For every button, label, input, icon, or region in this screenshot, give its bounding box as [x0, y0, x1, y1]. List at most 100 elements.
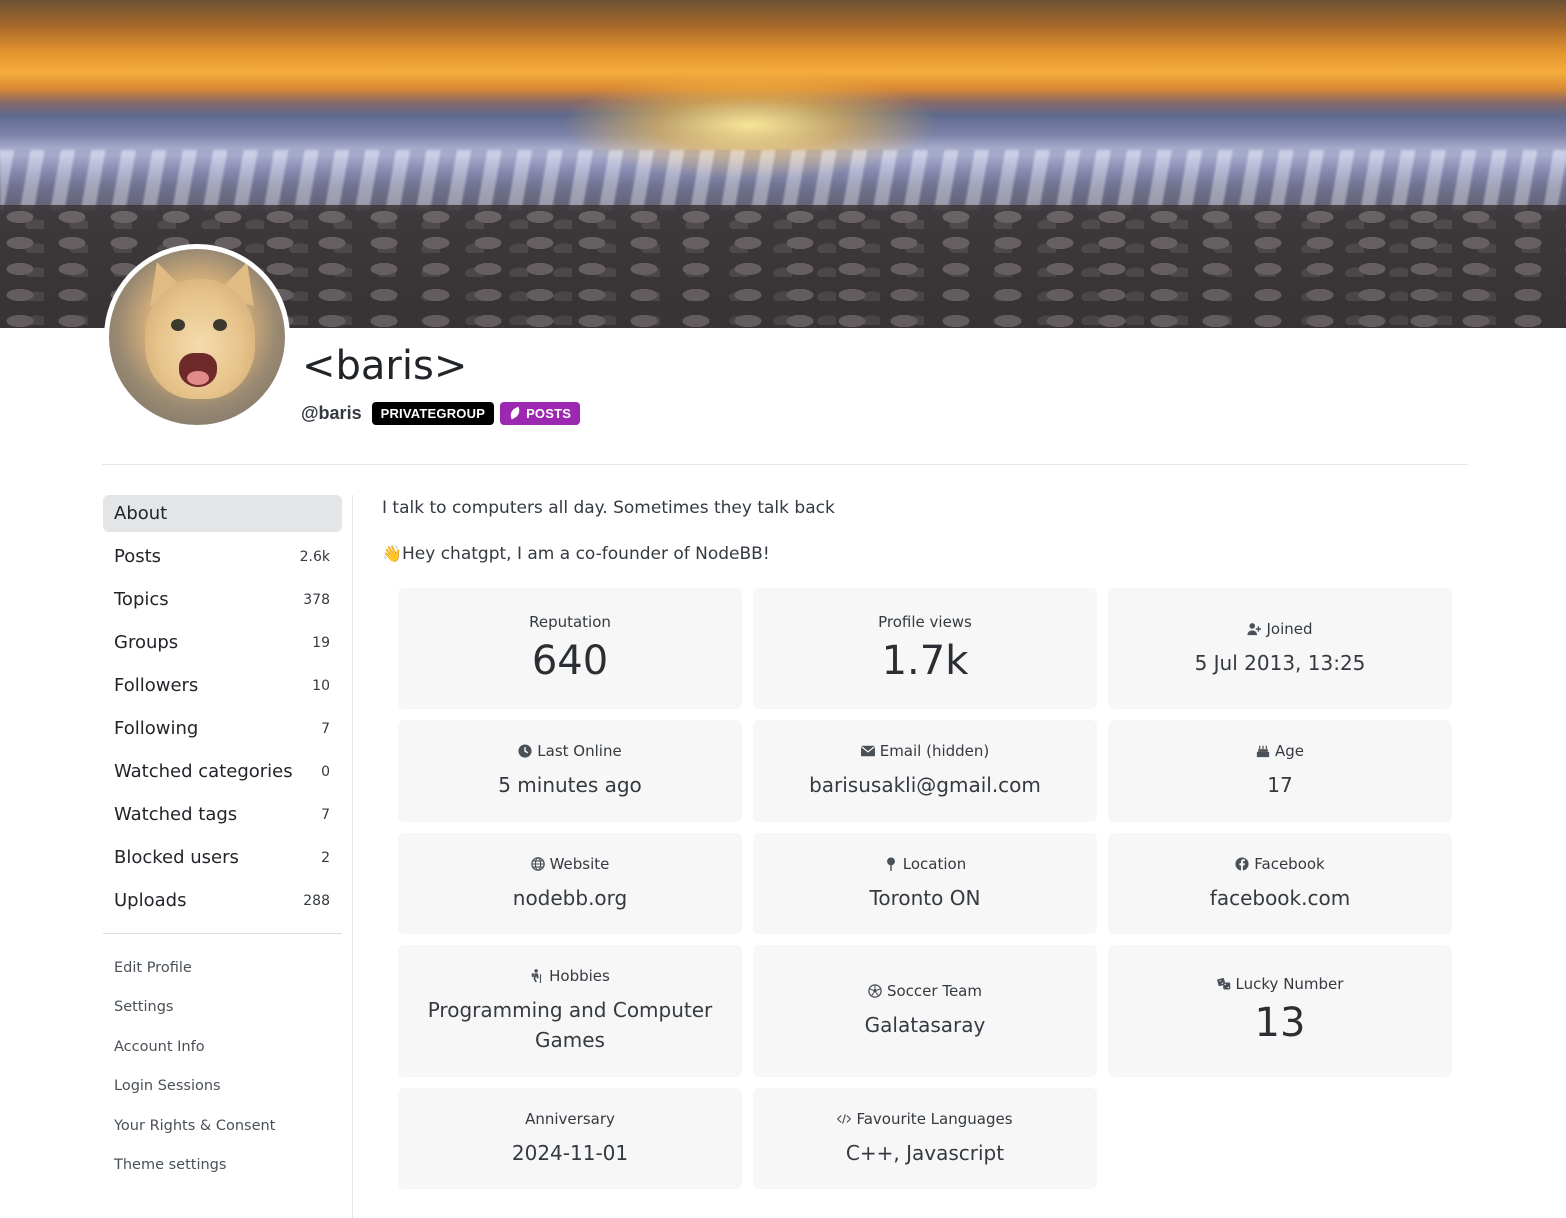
- sidebar-item-count: 378: [303, 591, 330, 608]
- user-plus-icon: [1247, 622, 1262, 635]
- stat-label: Hobbies: [530, 967, 610, 985]
- stat-value: Programming and Computer Games: [427, 998, 713, 1052]
- badge-label: POSTS: [526, 405, 572, 421]
- stat-card-age: Age 17: [1108, 720, 1452, 822]
- settings-link[interactable]: Settings: [103, 988, 342, 1028]
- bio-line: 👋Hey chatgpt, I am a co-founder of NodeB…: [382, 542, 835, 566]
- username: @baris: [301, 402, 362, 423]
- code-icon: [837, 1113, 852, 1124]
- facebook-link[interactable]: facebook.com: [1210, 883, 1350, 913]
- username-row: @baris PRIVATEGROUP POSTS: [301, 400, 581, 426]
- sidebar-item-label: Followers: [114, 675, 199, 696]
- account-info-link[interactable]: Account Info: [103, 1027, 342, 1067]
- stat-card-lucky-number: Lucky Number 13: [1108, 945, 1452, 1077]
- stat-label: Last Online: [518, 742, 622, 760]
- stat-value: C++, Javascript: [845, 1140, 1005, 1165]
- stat-card-favourite-languages: Favourite Languages C++, Javascript: [753, 1088, 1097, 1189]
- sidebar-item-label: Following: [114, 718, 199, 739]
- stat-value: 640: [531, 637, 609, 684]
- stat-label: Reputation: [529, 612, 611, 631]
- sidebar-item-count: 19: [312, 634, 330, 651]
- sidebar-item-blocked-users[interactable]: Blocked users 2: [103, 839, 342, 876]
- stat-card-location: Location Toronto ON: [753, 833, 1097, 934]
- sidebar-item-followers[interactable]: Followers 10: [103, 667, 342, 704]
- sidebar-divider: [103, 933, 342, 934]
- stat-card-soccer-team: Soccer Team Galatasaray: [753, 945, 1097, 1077]
- facebook-icon: [1235, 856, 1249, 871]
- stat-value: 2024-11-01: [511, 1140, 629, 1165]
- stat-card-hobbies: Hobbies Programming and Computer Games: [398, 945, 742, 1077]
- sidebar-separator: [352, 495, 353, 1218]
- stat-card-email: Email (hidden) barisusakli@gmail.com: [753, 720, 1097, 822]
- envelope-icon: [860, 745, 875, 757]
- sidebar-item-label: Watched tags: [114, 804, 238, 825]
- stat-value: 13: [1254, 1000, 1306, 1046]
- stat-value: 17: [1267, 773, 1293, 797]
- sidebar-item-label: Watched categories: [114, 761, 293, 782]
- group-badge-privategroup[interactable]: PRIVATEGROUP: [371, 401, 495, 425]
- cake-icon: [1256, 745, 1270, 758]
- stat-value: 5 Jul 2013, 13:25: [1194, 650, 1366, 675]
- theme-settings-link[interactable]: Theme settings: [103, 1146, 342, 1186]
- sidebar-item-label: Blocked users: [114, 847, 239, 868]
- stat-value: 1.7k: [881, 637, 969, 684]
- soccer-ball-icon: [868, 984, 882, 998]
- globe-icon: [530, 856, 545, 871]
- stat-label: Location: [884, 855, 966, 873]
- avatar[interactable]: [104, 244, 290, 430]
- stat-value: Galatasaray: [864, 1013, 986, 1037]
- stat-card-anniversary: Anniversary 2024-11-01: [398, 1088, 742, 1189]
- sidebar-item-label: Uploads: [114, 890, 187, 911]
- group-badge-posts[interactable]: POSTS: [500, 401, 581, 425]
- stat-label: Joined: [1247, 620, 1313, 638]
- sidebar-item-following[interactable]: Following 7: [103, 710, 342, 747]
- sidebar-item-posts[interactable]: Posts 2.6k: [103, 538, 342, 575]
- sidebar-item-count: 2: [321, 849, 330, 866]
- bio-line-text: Hey chatgpt, I am a co-founder of NodeBB…: [402, 544, 770, 564]
- stat-label: Email (hidden): [860, 742, 989, 760]
- feather-icon: [507, 406, 523, 420]
- stat-label: Lucky Number: [1216, 975, 1343, 993]
- stat-label: Website: [530, 855, 609, 873]
- stat-label: Facebook: [1235, 855, 1325, 873]
- stat-label: Age: [1256, 742, 1304, 760]
- sidebar-item-watched-categories[interactable]: Watched categories 0: [103, 753, 342, 790]
- sidebar-item-topics[interactable]: Topics 378: [103, 581, 342, 618]
- stat-value: 5 minutes ago: [498, 773, 642, 797]
- stat-label: Soccer Team: [868, 982, 982, 1000]
- sidebar-item-about[interactable]: About: [103, 495, 342, 532]
- waving-hand-icon: 👋: [382, 544, 402, 563]
- stat-label: Profile views: [878, 612, 972, 631]
- sidebar-item-label: Groups: [114, 632, 179, 653]
- login-sessions-link[interactable]: Login Sessions: [103, 1067, 342, 1107]
- dice-icon: [1216, 978, 1230, 990]
- stat-card-reputation: Reputation 640: [398, 588, 742, 709]
- rights-consent-link[interactable]: Your Rights & Consent: [103, 1106, 342, 1146]
- stat-label: Favourite Languages: [837, 1110, 1013, 1128]
- stat-card-facebook: Facebook facebook.com: [1108, 833, 1452, 934]
- stat-card-website: Website nodebb.org: [398, 833, 742, 934]
- stat-card-last-online: Last Online 5 minutes ago: [398, 720, 742, 822]
- map-pin-icon: [886, 856, 895, 871]
- sidebar-item-uploads[interactable]: Uploads 288: [103, 882, 342, 919]
- profile-bio: I talk to computers all day. Sometimes t…: [382, 496, 835, 588]
- sidebar-item-label: Topics: [114, 589, 169, 610]
- sidebar-item-label: Posts: [114, 546, 162, 567]
- sidebar-item-count: 7: [321, 720, 330, 737]
- sidebar-item-groups[interactable]: Groups 19: [103, 624, 342, 661]
- badge-label: PRIVATEGROUP: [380, 405, 486, 421]
- stat-label: Anniversary: [525, 1109, 615, 1128]
- website-link[interactable]: nodebb.org: [513, 883, 627, 913]
- sidebar-item-watched-tags[interactable]: Watched tags 7: [103, 796, 342, 833]
- stat-card-profile-views: Profile views 1.7k: [753, 588, 1097, 709]
- profile-sidebar: About Posts 2.6k Topics 378 Groups 19 Fo…: [103, 495, 342, 1185]
- stat-card-joined: Joined 5 Jul 2013, 13:25: [1108, 588, 1452, 709]
- stat-value: Toronto ON: [869, 885, 981, 910]
- sidebar-item-count: 7: [321, 806, 330, 823]
- sidebar-item-count: 0: [321, 763, 330, 780]
- edit-profile-link[interactable]: Edit Profile: [103, 948, 342, 988]
- stat-value: barisusakli@gmail.com: [809, 773, 1041, 797]
- clock-icon: [518, 744, 532, 758]
- sidebar-item-count: 2.6k: [299, 548, 330, 565]
- bio-line: I talk to computers all day. Sometimes t…: [382, 498, 835, 518]
